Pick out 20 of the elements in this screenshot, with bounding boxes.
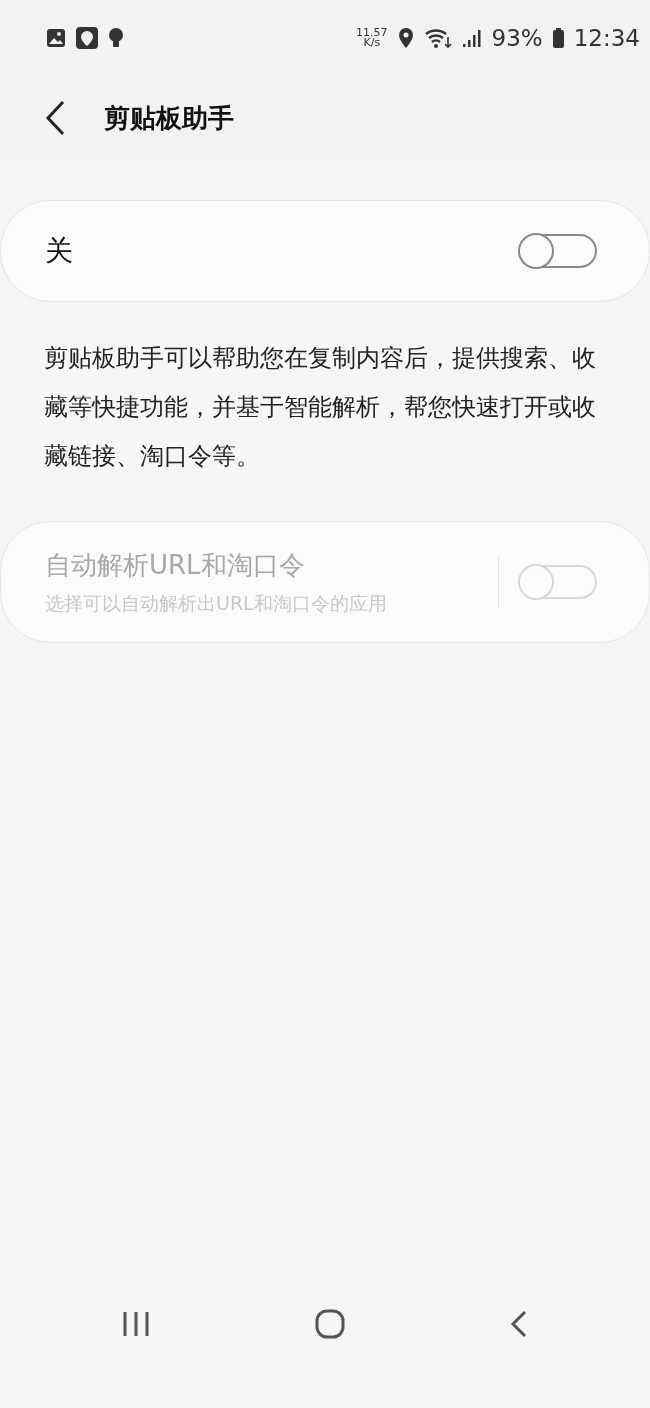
signal-icon bbox=[461, 28, 482, 48]
back-nav-button[interactable] bbox=[509, 1310, 528, 1338]
battery-percent: 93% bbox=[491, 25, 543, 51]
setting-title: 自动解析URL和淘口令 bbox=[45, 548, 306, 582]
location-icon bbox=[397, 27, 414, 49]
description-text: 剪贴板助手可以帮助您在复制内容后，提供搜索、收藏等快捷功能，并基于智能解析，帮您快速打开或收藏链接、淘口令等。 bbox=[44, 343, 597, 472]
lightbulb-icon bbox=[108, 27, 124, 49]
image-icon bbox=[46, 28, 66, 48]
clock: 12:34 bbox=[573, 25, 640, 51]
page-title: 剪贴板助手 bbox=[104, 101, 234, 135]
recent-apps-button[interactable] bbox=[122, 1311, 151, 1337]
battery-icon bbox=[552, 28, 564, 48]
switch-label: 关 bbox=[45, 233, 74, 269]
toggle-switch[interactable] bbox=[519, 234, 597, 268]
map-pin-app-icon bbox=[76, 27, 98, 49]
wifi-icon bbox=[423, 27, 452, 49]
network-speed: 11.57 bbox=[356, 28, 388, 38]
back-button[interactable] bbox=[44, 100, 66, 136]
network-speed-unit: K/s bbox=[363, 38, 381, 48]
home-button[interactable] bbox=[315, 1309, 345, 1339]
